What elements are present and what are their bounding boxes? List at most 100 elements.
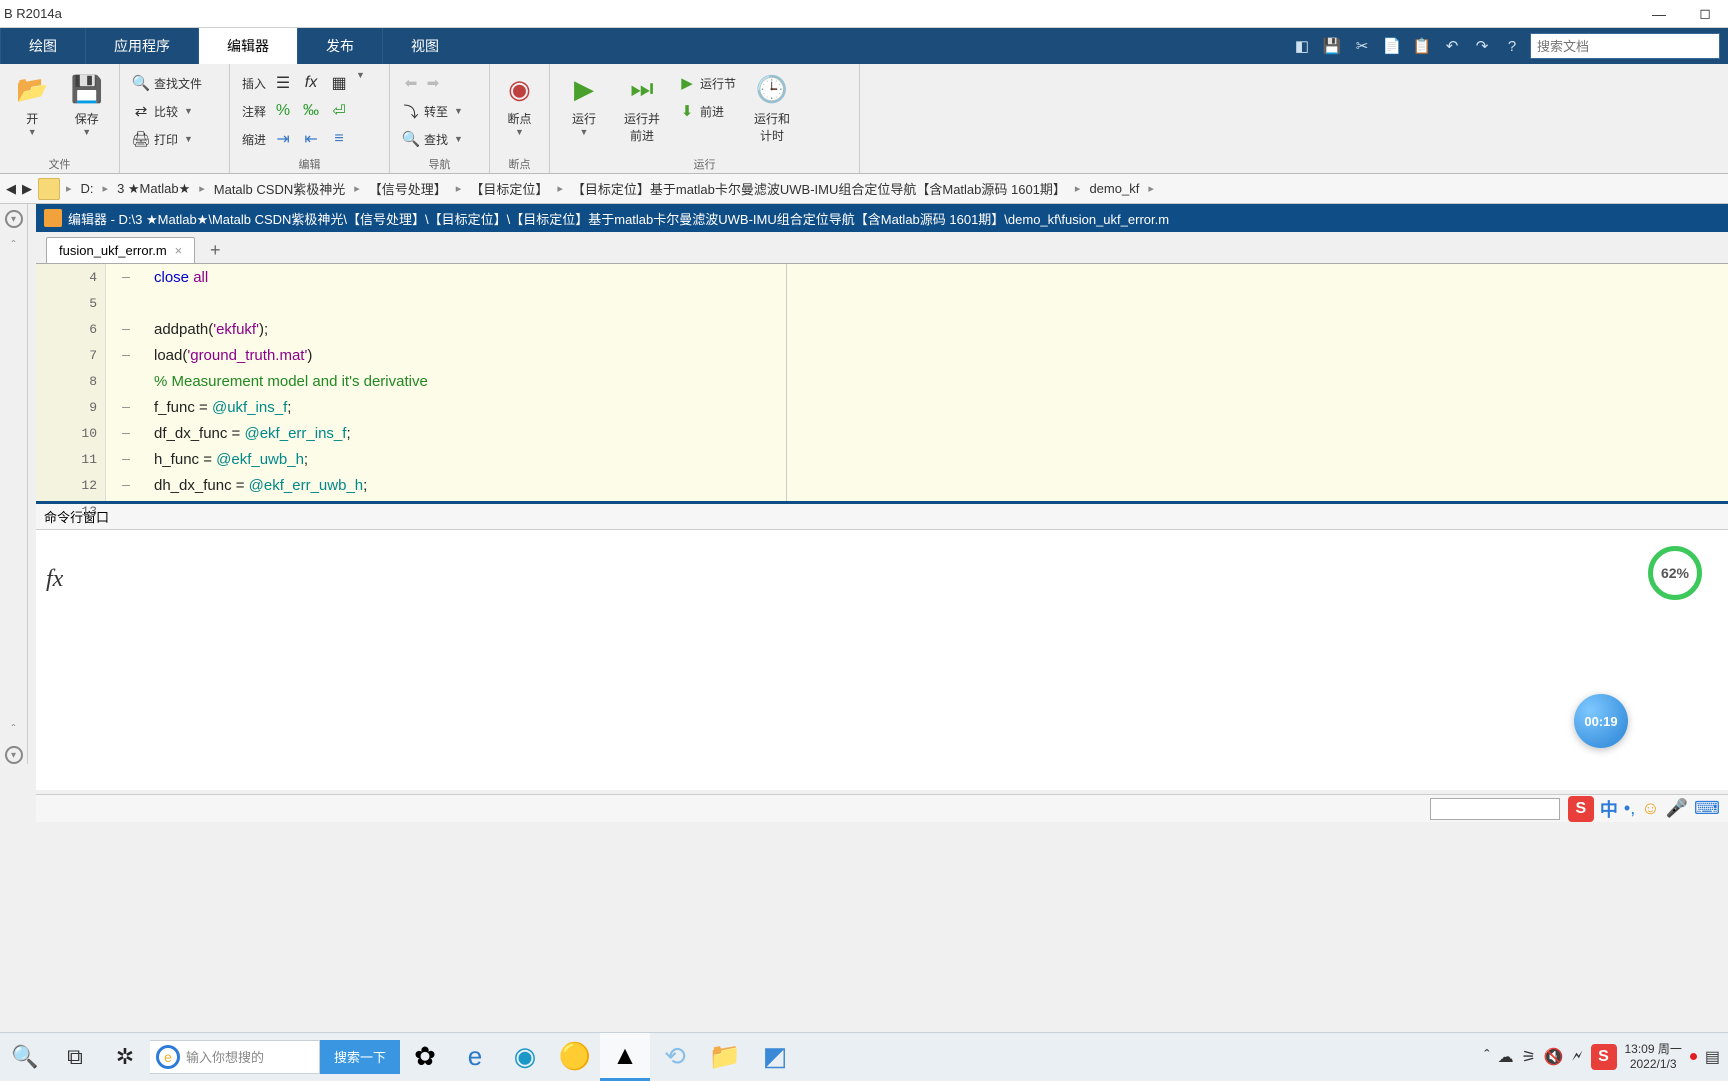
chrome-icon[interactable]: 🟡 [550, 1033, 600, 1081]
close-tab-icon[interactable]: × [175, 243, 183, 258]
run-advance-button[interactable]: ⏭ 运行并 前进 [616, 68, 668, 144]
tab-plot[interactable]: 绘图 [0, 28, 85, 64]
scroll-down-icon[interactable]: ˆ [12, 722, 16, 736]
task-view-button[interactable]: ⧉ [50, 1033, 100, 1081]
nav-arrows[interactable]: ⬅➡ [398, 70, 467, 96]
minimize-button[interactable]: — [1636, 0, 1682, 28]
tab-publish[interactable]: 发布 [297, 28, 382, 64]
explorer-icon[interactable]: 📁 [700, 1033, 750, 1081]
file-tab-label: fusion_ukf_error.m [59, 243, 167, 258]
tray-up-icon[interactable]: ˆ [1484, 1048, 1489, 1066]
indent-button[interactable]: 缩进 ⇥⇤≡ [238, 126, 369, 152]
comment-pct-icon[interactable]: % [270, 98, 296, 124]
add-tab-button[interactable]: + [201, 237, 229, 263]
uncomment-icon[interactable]: ‰ [298, 98, 324, 124]
tab-view[interactable]: 视图 [382, 28, 467, 64]
wifi-icon[interactable]: ⚞ [1522, 1047, 1536, 1067]
progress-ring: 62% [1648, 546, 1702, 600]
tab-apps[interactable]: 应用程序 [85, 28, 198, 64]
save-floppy-icon: 💾 [70, 72, 104, 106]
punct-icon[interactable]: •, [1624, 798, 1635, 819]
group-file-label: 文件 [0, 156, 119, 172]
find-files-button[interactable]: 🔍查找文件 [128, 70, 206, 96]
print-button[interactable]: 🖨打印▼ [128, 126, 206, 152]
code-editor[interactable]: 4 5 6 7 8 9 10 11 12 13 — — — — — — — cl… [36, 264, 1728, 504]
keyboard-icon[interactable]: ⌨ [1694, 798, 1720, 819]
fwd-icon: ➡ [424, 74, 442, 92]
edge-legacy-icon[interactable]: e [450, 1033, 500, 1081]
dock-icon[interactable]: ▾ [5, 210, 23, 228]
goto-button[interactable]: ⤵转至▼ [398, 98, 467, 124]
edge-icon[interactable]: ◉ [500, 1033, 550, 1081]
dock2-icon[interactable]: ▾ [5, 746, 23, 764]
goto-icon: ⤵ [402, 102, 420, 120]
search-doc-input[interactable] [1530, 33, 1720, 59]
breakpoint-button[interactable]: ◉ 断点▼ [498, 68, 541, 137]
obs-icon[interactable]: ✲ [100, 1033, 150, 1081]
insert-button[interactable]: 插入 ☰fx▦▼ [238, 70, 369, 96]
section-icon[interactable]: ☰ [270, 70, 296, 96]
action-center-icon[interactable]: ▤ [1705, 1047, 1720, 1067]
recording-timer[interactable]: 00:19 [1574, 694, 1628, 748]
arrow-right-icon[interactable]: ▶ [22, 181, 32, 197]
matlab-taskbar-icon[interactable]: ▲ [600, 1033, 650, 1081]
find-button[interactable]: 🔍查找▼ [398, 126, 467, 152]
find-icon: 🔍 [402, 130, 420, 148]
run-icon: ▶ [567, 72, 601, 106]
indent-icon[interactable]: ⇥ [270, 126, 296, 152]
app-icon-1[interactable]: ✿ [400, 1033, 450, 1081]
sogou-icon[interactable]: S [1568, 796, 1594, 822]
tab-editor[interactable]: 编辑器 [198, 28, 297, 64]
breakpoint-icon: ◉ [503, 72, 537, 106]
sogou-tray-icon[interactable]: S [1591, 1044, 1617, 1070]
copy-icon[interactable]: 📄 [1380, 34, 1404, 58]
back-icon: ⬅ [402, 74, 420, 92]
maximize-button[interactable]: ◻ [1682, 0, 1728, 28]
address-bar[interactable]: ◀ ▶ ▸D: ▸3 ★Matlab★ ▸Matalb CSDN紫极神光 ▸【信… [0, 174, 1728, 204]
advance-button[interactable]: ⬇前进 [674, 98, 740, 124]
taskbar-search-button[interactable]: 搜索一下 [320, 1040, 400, 1074]
redo-icon[interactable]: ↷ [1470, 34, 1494, 58]
run-section-icon: ▶ [678, 74, 696, 92]
run-button[interactable]: ▶ 运行▼ [558, 68, 610, 137]
editor-title-bar: 编辑器 - D:\3 ★Matlab★\Matalb CSDN紫极神光\【信号处… [36, 204, 1728, 232]
comment-button[interactable]: 注释 %‰⏎ [238, 98, 369, 124]
open-label: 开 [26, 110, 38, 127]
save-icon[interactable]: 💾 [1320, 34, 1344, 58]
ime-zhong[interactable]: 中 [1600, 796, 1618, 822]
ie-icon: e [156, 1045, 180, 1069]
arrow-left-icon[interactable]: ◀ [6, 181, 16, 197]
var-icon[interactable]: ▦ [326, 70, 352, 96]
wrap-icon[interactable]: ⏎ [326, 98, 352, 124]
photos-icon[interactable]: ◩ [750, 1033, 800, 1081]
mic-icon[interactable]: 🎤 [1666, 798, 1688, 819]
taskbar-search[interactable]: e输入你想搜的 [150, 1040, 320, 1074]
volume-icon[interactable]: 🔇 [1544, 1047, 1564, 1067]
clock[interactable]: 13:09 周一 2022/1/3 [1625, 1042, 1682, 1072]
new-icon[interactable]: ◧ [1290, 34, 1314, 58]
scroll-up-icon[interactable]: ˆ [12, 238, 16, 252]
battery-icon[interactable]: 🗲 [1572, 1048, 1583, 1066]
help-icon[interactable]: ? [1500, 34, 1524, 58]
cloud-icon[interactable]: ☁ [1498, 1047, 1514, 1067]
window-title: B R2014a [0, 6, 62, 21]
compare-button[interactable]: ⇄比较▼ [128, 98, 206, 124]
paste-icon[interactable]: 📋 [1410, 34, 1434, 58]
cut-icon[interactable]: ✂ [1350, 34, 1374, 58]
outdent-icon[interactable]: ⇤ [298, 126, 324, 152]
smart-indent-icon[interactable]: ≡ [326, 126, 352, 152]
open-button[interactable]: 📂 开▼ [8, 68, 57, 137]
undo-icon[interactable]: ↶ [1440, 34, 1464, 58]
run-section-button[interactable]: ▶运行节 [674, 70, 740, 96]
save-button[interactable]: 💾 保存▼ [63, 68, 112, 137]
search-button[interactable]: 🔍 [0, 1033, 50, 1081]
file-tab[interactable]: fusion_ukf_error.m × [46, 237, 195, 263]
run-time-button[interactable]: 🕒 运行和 计时 [746, 68, 798, 144]
emoji-icon[interactable]: ☺ [1641, 798, 1659, 819]
command-window[interactable]: fx [36, 530, 1728, 790]
folder-icon[interactable] [38, 178, 60, 200]
fx-icon[interactable]: fx [298, 70, 324, 96]
status-field [1430, 798, 1560, 820]
app-icon-2[interactable]: ⟲ [650, 1033, 700, 1081]
run-advance-icon: ⏭ [625, 72, 659, 106]
